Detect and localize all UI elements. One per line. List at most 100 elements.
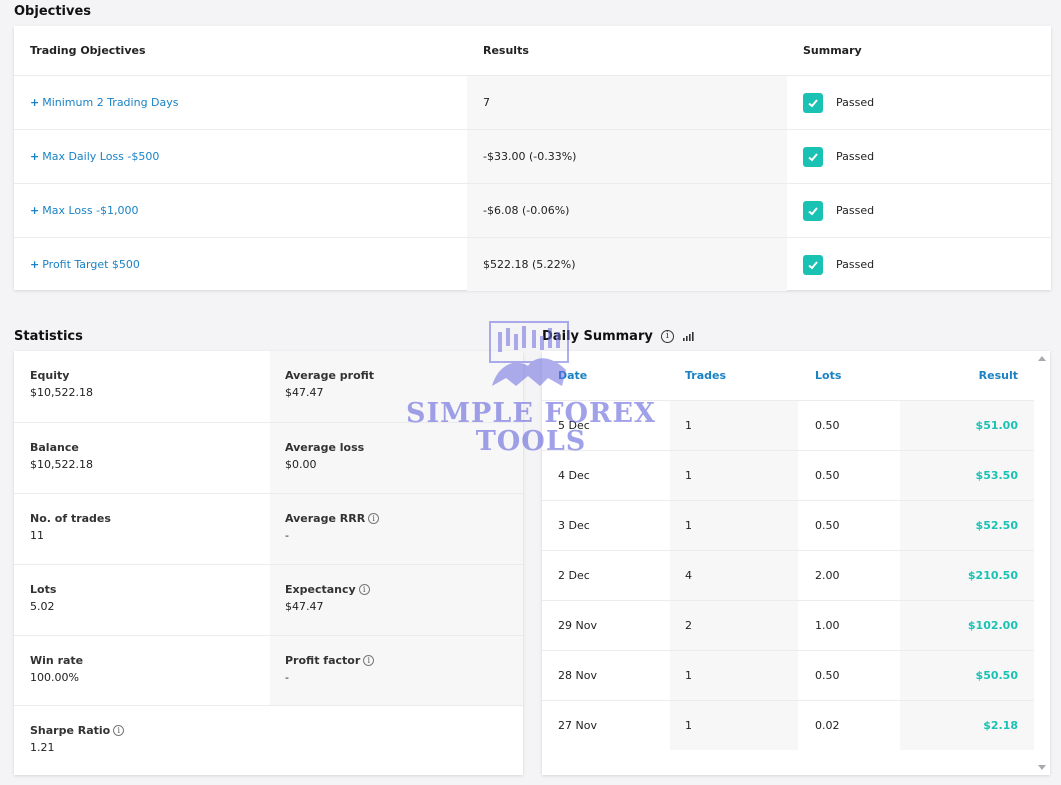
cell-trades: 1 <box>670 401 798 450</box>
stat-balance: Balance $10,522.18 <box>14 422 270 493</box>
summary-status: Passed <box>836 150 875 163</box>
plus-icon: + <box>30 150 40 163</box>
stat-label: Profit factor <box>285 654 361 667</box>
objective-row: + Profit Target $500 $522.18 (5.22%) Pass… <box>14 237 1051 291</box>
stat-average-rrr: Average RRR i - <box>270 493 523 564</box>
header-trades[interactable]: Trades <box>670 351 798 400</box>
objectives-header-row: Trading Objectives Results Summary <box>14 26 1051 75</box>
objective-row: + Minimum 2 Trading Days 7 Passed <box>14 75 1051 129</box>
objective-summary: Passed <box>787 238 1051 291</box>
cell-date: 28 Nov <box>558 669 597 682</box>
cell-result: $210.50 <box>900 551 1034 600</box>
cell-result: $51.00 <box>900 401 1034 450</box>
cell-lots: 0.50 <box>815 669 840 682</box>
cell-result: $53.50 <box>900 451 1034 500</box>
daily-summary-scrollbar[interactable] <box>1034 351 1050 775</box>
cell-trades: 1 <box>670 501 798 550</box>
check-icon <box>803 146 823 167</box>
objective-result: $522.18 (5.22%) <box>467 238 787 291</box>
cell-lots: 1.00 <box>815 619 840 632</box>
objective-label: Minimum 2 Trading Days <box>42 96 179 109</box>
cell-date: 3 Dec <box>558 519 590 532</box>
info-icon[interactable]: i <box>363 655 375 666</box>
cell-date: 29 Nov <box>558 619 597 632</box>
daily-header-row: Date Trades Lots Result <box>542 351 1034 400</box>
stat-label-wrap: Average RRR i <box>285 512 523 525</box>
cell-trades: 1 <box>670 701 798 750</box>
objective-row: + Max Daily Loss -$500 -$33.00 (-0.33%) P… <box>14 129 1051 183</box>
cell-lots: 0.02 <box>815 719 840 732</box>
objective-link-min-trading-days[interactable]: + Minimum 2 Trading Days <box>14 76 467 129</box>
cell-date: 27 Nov <box>558 719 597 732</box>
objective-summary: Passed <box>787 76 1051 129</box>
stat-value: 11 <box>30 529 44 542</box>
objective-link-max-loss[interactable]: + Max Loss -$1,000 <box>14 184 467 237</box>
stat-label: Equity <box>30 369 70 382</box>
cell-lots: 0.50 <box>815 419 840 432</box>
cell-date: 5 Dec <box>558 419 590 432</box>
daily-summary-table: Date Trades Lots Result 5 Dec 1 0.50 $51… <box>542 351 1050 775</box>
cell-lots: 0.50 <box>815 469 840 482</box>
cell-trades: 2 <box>670 601 798 650</box>
daily-summary-title-bar: Daily Summary i <box>542 329 694 344</box>
objective-summary: Passed <box>787 130 1051 183</box>
info-icon[interactable]: i <box>368 513 380 524</box>
objective-label: Profit Target $500 <box>42 258 140 271</box>
info-icon[interactable]: i <box>113 725 125 736</box>
stat-value: $10,522.18 <box>30 458 93 471</box>
objective-label: Max Daily Loss -$500 <box>42 150 160 163</box>
table-row: 5 Dec 1 0.50 $51.00 <box>542 400 1034 450</box>
objectives-title: Objectives <box>14 4 92 19</box>
stat-label: Average profit <box>285 369 375 382</box>
stat-average-profit: Average profit $47.47 <box>270 351 523 422</box>
summary-status: Passed <box>836 204 875 217</box>
stat-label: Sharpe Ratio <box>30 724 111 737</box>
stat-label: Lots <box>30 583 57 596</box>
objective-label: Max Loss -$1,000 <box>42 204 139 217</box>
header-trading-objectives: Trading Objectives <box>30 44 146 57</box>
objective-link-max-daily-loss[interactable]: + Max Daily Loss -$500 <box>14 130 467 183</box>
cell-trades: 4 <box>670 551 798 600</box>
stat-label: Win rate <box>30 654 84 667</box>
scroll-down-arrow-icon[interactable] <box>1038 765 1046 770</box>
stat-label: No. of trades <box>30 512 111 525</box>
cell-date: 4 Dec <box>558 469 590 482</box>
cell-trades: 1 <box>670 451 798 500</box>
stat-win-rate: Win rate 100.00% <box>14 635 270 706</box>
header-result[interactable]: Result <box>900 351 1034 400</box>
header-summary: Summary <box>803 44 862 57</box>
stat-average-loss: Average loss $0.00 <box>270 422 523 493</box>
header-lots[interactable]: Lots <box>798 351 900 400</box>
stat-label: Average loss <box>285 441 365 454</box>
scroll-up-arrow-icon[interactable] <box>1038 356 1046 361</box>
info-icon[interactable]: i <box>358 584 370 595</box>
objectives-table: Trading Objectives Results Summary + Mini… <box>14 26 1051 291</box>
objective-result: 7 <box>467 76 787 129</box>
table-row: 29 Nov 2 1.00 $102.00 <box>542 600 1034 650</box>
cell-lots: 0.50 <box>815 519 840 532</box>
objective-row: + Max Loss -$1,000 -$6.08 (-0.06%) Passed <box>14 183 1051 237</box>
objective-result: -$33.00 (-0.33%) <box>467 130 787 183</box>
stat-value: - <box>285 671 289 684</box>
stat-lots: Lots 5.02 <box>14 564 270 635</box>
stat-label-wrap: Profit factor i <box>285 654 523 667</box>
stat-value: $10,522.18 <box>30 386 93 399</box>
table-row: 3 Dec 1 0.50 $52.50 <box>542 500 1034 550</box>
bar-chart-icon[interactable] <box>682 331 694 342</box>
stat-equity: Equity $10,522.18 <box>14 351 270 422</box>
header-date[interactable]: Date <box>542 351 670 400</box>
cell-trades: 1 <box>670 651 798 700</box>
cell-lots: 2.00 <box>815 569 840 582</box>
table-row: 2 Dec 4 2.00 $210.50 <box>542 550 1034 600</box>
statistics-panel: Equity $10,522.18 Average profit $47.47 … <box>14 351 523 775</box>
summary-status: Passed <box>836 258 875 271</box>
objective-link-profit-target[interactable]: + Profit Target $500 <box>14 238 467 291</box>
cell-result: $2.18 <box>900 701 1034 750</box>
stat-value: 100.00% <box>30 671 79 684</box>
stat-value: - <box>285 529 289 542</box>
info-icon[interactable]: i <box>660 330 674 343</box>
check-icon <box>803 254 823 275</box>
stat-value: $47.47 <box>285 386 324 399</box>
cell-date: 2 Dec <box>558 569 590 582</box>
stat-label: Expectancy <box>285 583 356 596</box>
